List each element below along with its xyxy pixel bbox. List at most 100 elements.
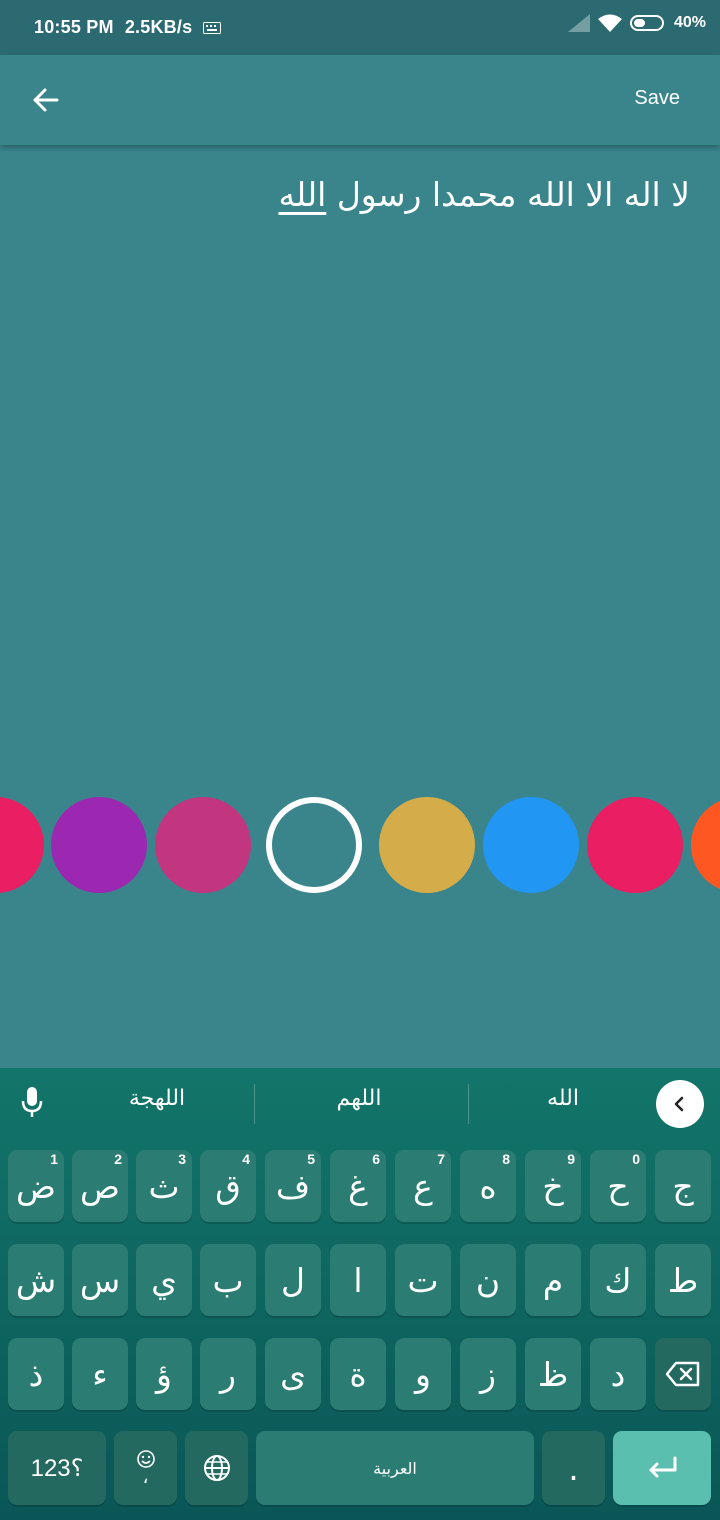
key-label: ض: [16, 1166, 56, 1206]
collapse-suggestions-button[interactable]: [656, 1080, 704, 1128]
key[interactable]: ا: [330, 1244, 386, 1316]
key-number: 8: [502, 1151, 510, 1167]
language-key[interactable]: [185, 1431, 248, 1505]
key[interactable]: ؤ: [136, 1338, 192, 1410]
key[interactable]: ع7: [395, 1150, 451, 1222]
key-number: 3: [178, 1151, 186, 1167]
key[interactable]: ض1: [8, 1150, 64, 1222]
network-speed: 2.5KB/s: [124, 17, 193, 37]
key[interactable]: ن: [460, 1244, 516, 1316]
key[interactable]: ى: [265, 1338, 321, 1410]
key[interactable]: ي: [136, 1244, 192, 1316]
key-number: 6: [372, 1151, 380, 1167]
key[interactable]: د: [590, 1338, 646, 1410]
color-swatch-selected[interactable]: [266, 797, 362, 893]
keyboard-icon: [203, 22, 222, 35]
microphone-icon: [21, 1087, 43, 1117]
status-time: 10:55 PM: [34, 17, 114, 37]
key-label: ص: [80, 1166, 120, 1206]
key[interactable]: س: [72, 1244, 128, 1316]
key[interactable]: ظ: [525, 1338, 581, 1410]
color-palette: [0, 796, 720, 894]
key-label: ح: [607, 1166, 629, 1206]
key-label: ف: [275, 1166, 311, 1206]
app-bar: Save: [0, 55, 720, 145]
key-label: خ: [542, 1166, 564, 1206]
mic-button[interactable]: [18, 1085, 46, 1123]
back-button[interactable]: [22, 77, 68, 123]
smiley-icon: [136, 1450, 155, 1468]
key[interactable]: ة: [330, 1338, 386, 1410]
key-label: ع: [413, 1166, 433, 1206]
key[interactable]: ف5: [265, 1150, 321, 1222]
key[interactable]: ش: [8, 1244, 64, 1316]
suggestion-item[interactable]: اللهم: [252, 1086, 466, 1111]
emoji-comma-key[interactable]: ،: [114, 1431, 177, 1505]
suggestion-item[interactable]: الله: [456, 1086, 670, 1111]
save-button[interactable]: Save: [634, 87, 680, 110]
status-left: 10:55 PM 2.5KB/s: [34, 17, 222, 38]
text-editor[interactable]: لا اله الا الله محمدا رسول الله: [0, 145, 720, 765]
key[interactable]: خ9: [525, 1150, 581, 1222]
key[interactable]: ل: [265, 1244, 321, 1316]
color-swatch[interactable]: [155, 797, 251, 893]
key-label: ج: [672, 1166, 694, 1206]
arrow-left-icon: [33, 88, 59, 112]
key[interactable]: ر: [200, 1338, 256, 1410]
key-number: 1: [50, 1151, 58, 1167]
key[interactable]: ث3: [136, 1150, 192, 1222]
key-number: 7: [437, 1151, 445, 1167]
key[interactable]: ء: [72, 1338, 128, 1410]
key-number: 0: [632, 1151, 640, 1167]
backspace-key[interactable]: [655, 1338, 711, 1410]
key[interactable]: ك: [590, 1244, 646, 1316]
key-number: 4: [242, 1151, 250, 1167]
battery-percent: 40%: [673, 14, 706, 31]
key[interactable]: م: [525, 1244, 581, 1316]
key[interactable]: ج: [655, 1150, 711, 1222]
chevron-left-icon: [674, 1096, 684, 1112]
key-number: 5: [307, 1151, 315, 1167]
symbols-key[interactable]: ؟123: [8, 1431, 106, 1505]
key[interactable]: ق4: [200, 1150, 256, 1222]
battery-icon: [629, 15, 664, 31]
editor-text-main: لا اله الا الله محمدا رسول: [326, 175, 690, 214]
space-key[interactable]: العربية: [256, 1431, 534, 1505]
wifi-icon: [597, 14, 622, 32]
status-bar: 10:55 PM 2.5KB/s 40%: [0, 0, 720, 55]
suggestion-bar: اللهجة اللهم الله: [0, 1068, 720, 1138]
enter-icon: [649, 1456, 677, 1478]
globe-icon: [203, 1455, 230, 1481]
color-swatch[interactable]: [691, 797, 720, 893]
editor-text[interactable]: لا اله الا الله محمدا رسول الله: [278, 175, 690, 214]
signal-icon: [567, 14, 590, 32]
color-swatch[interactable]: [587, 797, 683, 893]
period-label: .: [568, 1448, 579, 1488]
suggestion-item[interactable]: اللهجة: [50, 1086, 264, 1111]
backspace-icon: [665, 1361, 700, 1387]
key-label: غ: [348, 1166, 368, 1206]
key-label: ث: [148, 1166, 180, 1206]
key[interactable]: ه8: [460, 1150, 516, 1222]
editor-text-composing: الله: [278, 175, 327, 214]
key-number: 9: [567, 1151, 575, 1167]
key[interactable]: ط: [655, 1244, 711, 1316]
key[interactable]: ص2: [72, 1150, 128, 1222]
key[interactable]: ب: [200, 1244, 256, 1316]
key[interactable]: و: [395, 1338, 451, 1410]
color-swatch[interactable]: [483, 797, 579, 893]
enter-key[interactable]: [613, 1431, 711, 1505]
status-right: 40%: [567, 14, 706, 32]
key[interactable]: غ6: [330, 1150, 386, 1222]
period-key[interactable]: .: [542, 1431, 605, 1505]
key[interactable]: ز: [460, 1338, 516, 1410]
comma-label: ،: [142, 1467, 149, 1488]
color-swatch[interactable]: [0, 797, 44, 893]
key[interactable]: ح0: [590, 1150, 646, 1222]
color-swatch[interactable]: [51, 797, 147, 893]
keyboard: اللهجة اللهم الله ض1 ص2 ث3 ق4 ف5 غ6 ع7 ه…: [0, 1068, 720, 1520]
key[interactable]: ذ: [8, 1338, 64, 1410]
key-label: ق: [215, 1166, 241, 1206]
color-swatch[interactable]: [379, 797, 475, 893]
key[interactable]: ت: [395, 1244, 451, 1316]
